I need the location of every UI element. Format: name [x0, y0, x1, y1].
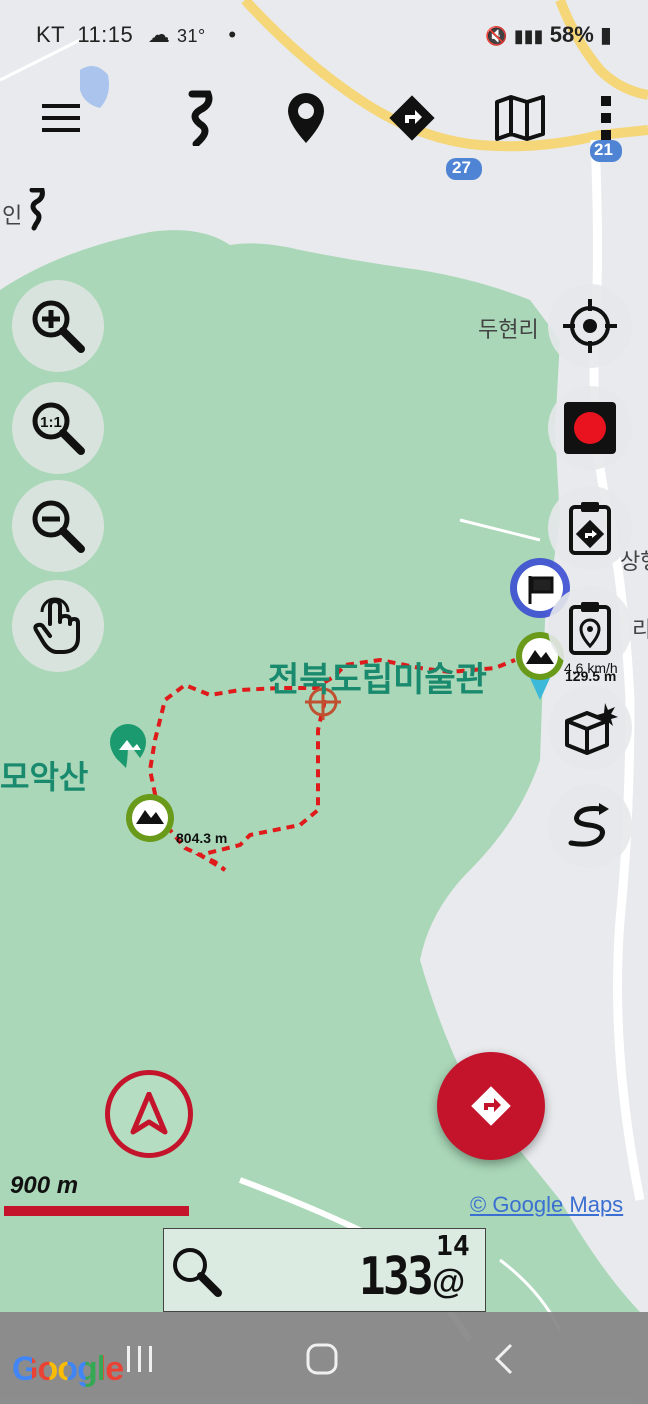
menu-button[interactable]: [30, 86, 94, 150]
signal-icon: ▮▮▮: [513, 26, 544, 46]
home-icon: [306, 1343, 338, 1375]
search-info-panel[interactable]: 133 14 @: [163, 1228, 486, 1312]
trail-icon: [29, 188, 45, 231]
mute-icon: 🔇: [485, 26, 508, 46]
more-icon: [601, 96, 611, 140]
home-button[interactable]: [292, 1334, 352, 1384]
center-location-button[interactable]: [548, 284, 632, 368]
zoom-out-button[interactable]: [12, 480, 104, 572]
record-button[interactable]: [548, 386, 632, 470]
scale-label: 900 m: [10, 1172, 79, 1199]
battery-percent: 58%: [549, 22, 594, 47]
place-label-right-2: 리: [632, 618, 648, 643]
maps-button[interactable]: [488, 86, 552, 150]
touch-mode-button[interactable]: [12, 580, 104, 672]
start-peak-marker: [126, 794, 174, 842]
back-button[interactable]: [474, 1334, 534, 1384]
waypoint-clipboard-button[interactable]: [548, 586, 632, 670]
zoom-in-icon: [32, 300, 85, 353]
highway-27-label: 27: [452, 158, 471, 177]
altitude-peak-label: 804.3 m: [176, 830, 228, 846]
google-logo: Google: [12, 1350, 124, 1388]
mountain-label: 모악산: [0, 758, 89, 796]
zoom-out-icon: [32, 500, 85, 553]
route-diamond-icon: [471, 1086, 511, 1126]
scale-bar: [4, 1206, 189, 1216]
place-label-right-1: 상행: [620, 550, 648, 575]
altitude-end-label: 129.5 m: [565, 668, 617, 684]
waypoint-icon: [288, 93, 324, 143]
status-bar: KT 11:15 ☁ 31° • 🔇 ▮▮▮ 58% ▮: [0, 0, 648, 70]
route-icon: [389, 95, 435, 141]
s-curve-icon: [568, 803, 609, 847]
zoom-1to1-icon: 1:1: [32, 402, 85, 455]
routes-button[interactable]: [380, 86, 444, 150]
info-value: 133: [359, 1247, 434, 1307]
record-icon: [564, 402, 616, 454]
track-tools-button[interactable]: [548, 784, 632, 868]
weather-icon: ☁: [147, 22, 171, 47]
search-icon: [173, 1248, 222, 1297]
tracks-button[interactable]: [168, 86, 232, 150]
place-label-left-edge: 인: [2, 204, 23, 229]
google-maps-attribution[interactable]: © Google Maps: [470, 1192, 623, 1218]
map-icon: [495, 95, 545, 141]
museum-label: 전북도립미술관: [268, 660, 487, 700]
battery-icon: ▮: [599, 22, 612, 47]
zoom-reset-button[interactable]: 1:1: [12, 382, 104, 474]
temperature-label: 31°: [177, 26, 206, 46]
navigate-fab-button[interactable]: [437, 1052, 545, 1160]
village-label: 두현리: [478, 318, 539, 343]
recents-icon: [127, 1346, 152, 1372]
crosshair-icon: [563, 299, 617, 353]
clock: 11:15: [77, 22, 134, 47]
north-arrow-icon: [130, 1092, 168, 1135]
notification-dot-icon: •: [228, 22, 237, 47]
highway-21-label: 21: [594, 140, 613, 159]
info-superscript: 14: [436, 1229, 470, 1262]
back-icon: [494, 1343, 513, 1375]
menu-icon: [42, 104, 80, 132]
zoom-in-button[interactable]: [12, 280, 104, 372]
clipboard-route-icon: [569, 502, 611, 555]
clipboard-waypoint-icon: [569, 602, 611, 655]
box-burst-icon: [565, 703, 618, 755]
compass-button[interactable]: [105, 1070, 193, 1158]
carrier-label: KT: [36, 22, 65, 47]
track-icon: [188, 90, 213, 146]
info-suffix: @: [432, 1263, 466, 1301]
waypoints-button[interactable]: [274, 86, 338, 150]
svg-text:1:1: 1:1: [40, 414, 62, 431]
cache-button[interactable]: [548, 686, 632, 770]
touch-hand-icon: [33, 597, 80, 654]
